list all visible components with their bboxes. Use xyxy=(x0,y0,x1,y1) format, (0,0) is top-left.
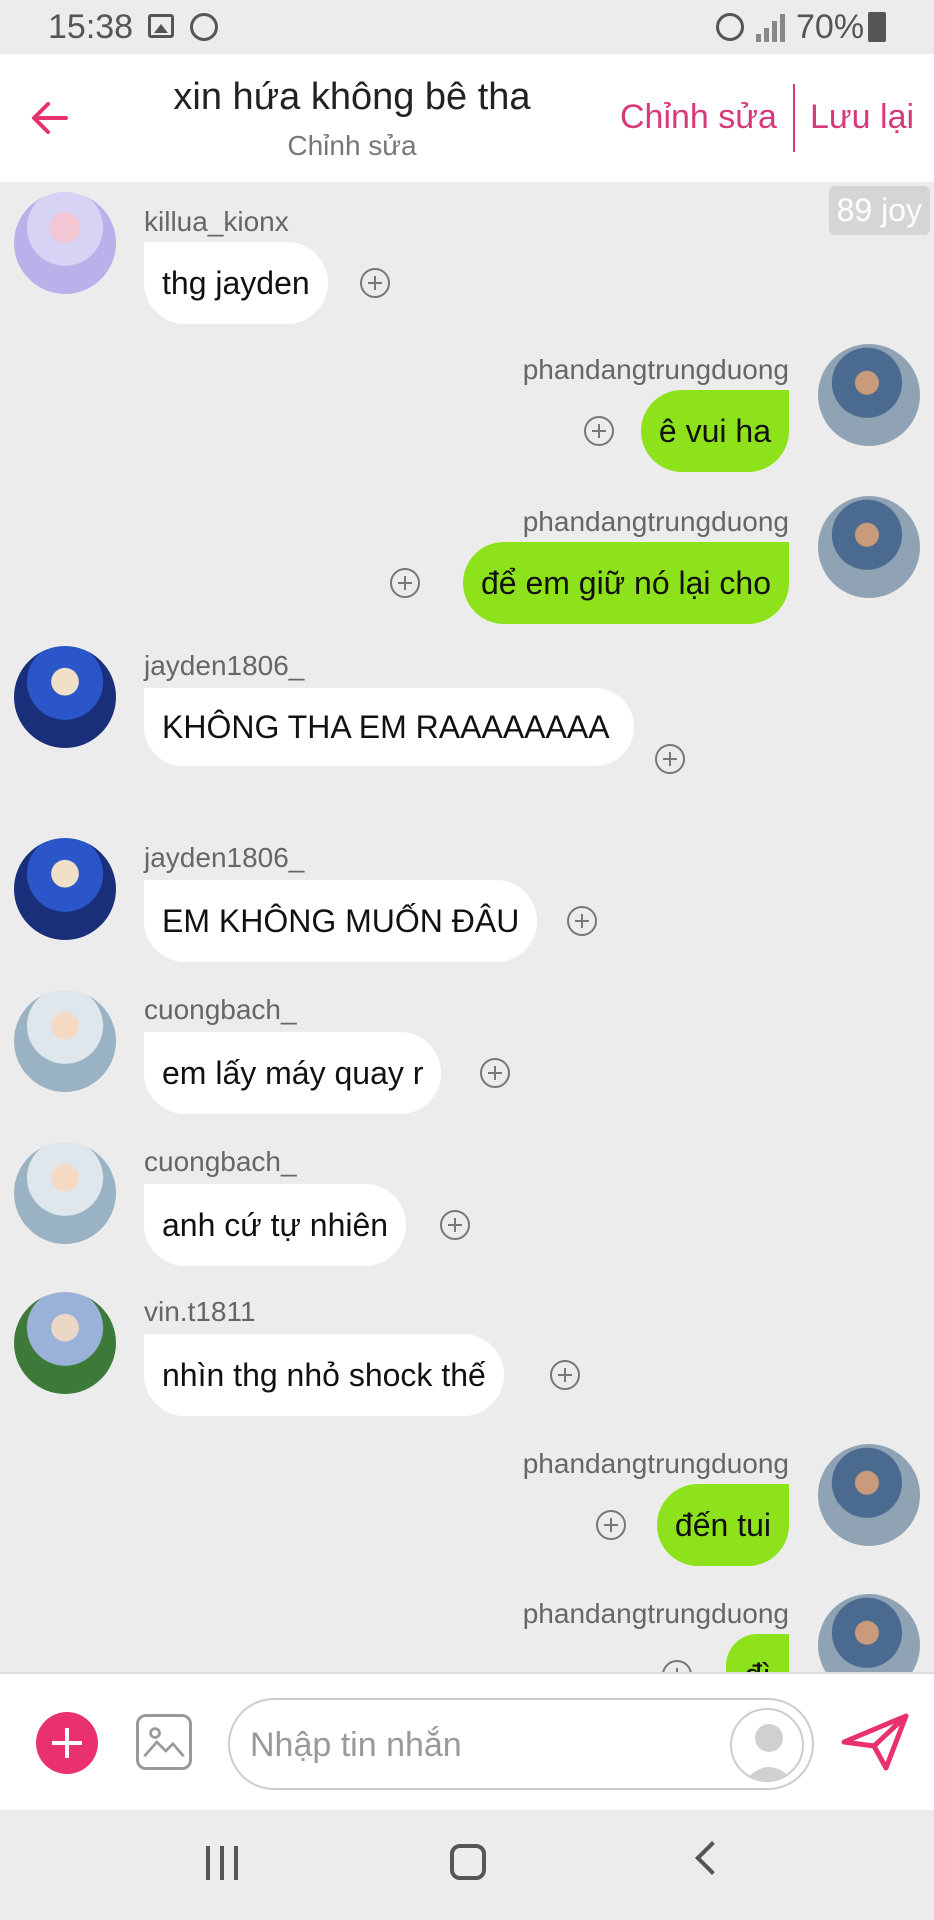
message-item: phandangtrungduong để em giữ nó lại cho xyxy=(0,496,934,626)
add-reaction-icon[interactable] xyxy=(655,744,685,774)
gallery-notification-icon xyxy=(148,14,174,38)
add-reaction-icon[interactable] xyxy=(390,568,420,598)
message-bubble[interactable]: đến tui xyxy=(656,1484,789,1566)
message-bubble[interactable]: thg jayden xyxy=(144,242,328,324)
message-input-bar: Nhập tin nhắn xyxy=(0,1672,934,1810)
message-item: killua_kionx thg jayden xyxy=(0,192,934,324)
username[interactable]: phandangtrungduong xyxy=(523,354,789,386)
message-bubble[interactable]: EM KHÔNG MUỐN ĐÂU xyxy=(144,880,538,962)
username[interactable]: jayden1806_ xyxy=(144,650,304,682)
message-bubble[interactable]: để em giữ nó lại cho xyxy=(462,542,789,624)
add-reaction-icon[interactable] xyxy=(567,906,597,936)
signal-icon xyxy=(756,12,785,42)
add-reaction-icon[interactable] xyxy=(440,1210,470,1240)
back-button[interactable] xyxy=(695,1841,729,1875)
input-placeholder: Nhập tin nhắn xyxy=(250,1726,462,1764)
alarm-icon xyxy=(716,13,744,41)
message-item: cuongbach_ anh cứ tự nhiên xyxy=(0,1142,934,1272)
username[interactable]: cuongbach_ xyxy=(144,994,297,1026)
podcast-notification-icon xyxy=(190,13,218,41)
battery-percentage: 70% xyxy=(796,8,865,46)
message-input[interactable]: Nhập tin nhắn xyxy=(228,1698,814,1790)
chat-title: xin hứa không bê tha xyxy=(173,76,531,118)
message-bubble[interactable]: đì xyxy=(726,1634,789,1672)
recent-apps-button[interactable] xyxy=(206,1846,242,1880)
message-item: phandangtrungduong ê vui ha xyxy=(0,344,934,474)
save-button[interactable]: Lưu lại xyxy=(810,98,914,137)
home-button[interactable] xyxy=(450,1844,486,1880)
username[interactable]: jayden1806_ xyxy=(144,842,304,874)
user-avatar-icon[interactable] xyxy=(730,1708,804,1782)
add-reaction-icon[interactable] xyxy=(360,268,390,298)
message-item: vin.t1811 nhìn thg nhỏ shock thế xyxy=(0,1292,934,1422)
message-bubble[interactable]: anh cứ tự nhiên xyxy=(144,1184,407,1266)
avatar[interactable] xyxy=(14,1142,116,1244)
add-reaction-icon[interactable] xyxy=(596,1510,626,1540)
avatar[interactable] xyxy=(818,1444,920,1546)
add-reaction-icon[interactable] xyxy=(550,1360,580,1390)
avatar[interactable] xyxy=(818,344,920,446)
avatar[interactable] xyxy=(14,1292,116,1394)
add-attachment-button[interactable] xyxy=(36,1712,98,1774)
header-divider xyxy=(793,84,795,152)
message-bubble[interactable]: KHÔNG THA EM RAAAAAAAA xyxy=(144,688,634,766)
avatar[interactable] xyxy=(818,1594,920,1672)
add-reaction-icon[interactable] xyxy=(480,1058,510,1088)
system-nav-bar xyxy=(0,1810,934,1920)
username[interactable]: killua_kionx xyxy=(144,206,289,238)
status-time: 15:38 xyxy=(48,8,134,46)
edit-button[interactable]: Chỉnh sửa xyxy=(620,98,777,137)
back-arrow-icon[interactable] xyxy=(26,94,74,142)
message-bubble[interactable]: em lấy máy quay r xyxy=(144,1032,442,1114)
send-icon[interactable] xyxy=(840,1712,910,1772)
username[interactable]: vin.t1811 xyxy=(144,1296,256,1328)
username[interactable]: cuongbach_ xyxy=(144,1146,297,1178)
chat-subtitle[interactable]: Chỉnh sửa xyxy=(120,130,584,162)
chat-header: xin hứa không bê tha Chỉnh sửa Chỉnh sửa… xyxy=(0,54,934,182)
message-item: phandangtrungduong đến tui xyxy=(0,1444,934,1574)
message-bubble[interactable]: nhìn thg nhỏ shock thế xyxy=(144,1334,504,1416)
avatar[interactable] xyxy=(14,646,116,748)
avatar[interactable] xyxy=(14,990,116,1092)
avatar[interactable] xyxy=(14,838,116,940)
message-item: phandangtrungduong đì xyxy=(0,1594,934,1672)
message-bubble[interactable]: ê vui ha xyxy=(640,390,789,472)
image-icon[interactable] xyxy=(136,1714,192,1770)
username[interactable]: phandangtrungduong xyxy=(523,1598,789,1630)
chat-area[interactable]: 89 joy killua_kionx thg jayden phandangt… xyxy=(0,182,934,1672)
username[interactable]: phandangtrungduong xyxy=(523,1448,789,1480)
battery-icon xyxy=(868,12,886,42)
message-item: jayden1806_ KHÔNG THA EM RAAAAAAAA xyxy=(0,646,934,818)
message-item: jayden1806_ EM KHÔNG MUỐN ĐÂU xyxy=(0,838,934,968)
add-reaction-icon[interactable] xyxy=(662,1660,692,1672)
avatar[interactable] xyxy=(818,496,920,598)
avatar[interactable] xyxy=(14,192,116,294)
status-bar: 15:38 70% xyxy=(0,0,934,54)
message-item: cuongbach_ em lấy máy quay r xyxy=(0,990,934,1120)
add-reaction-icon[interactable] xyxy=(584,416,614,446)
username[interactable]: phandangtrungduong xyxy=(523,506,789,538)
